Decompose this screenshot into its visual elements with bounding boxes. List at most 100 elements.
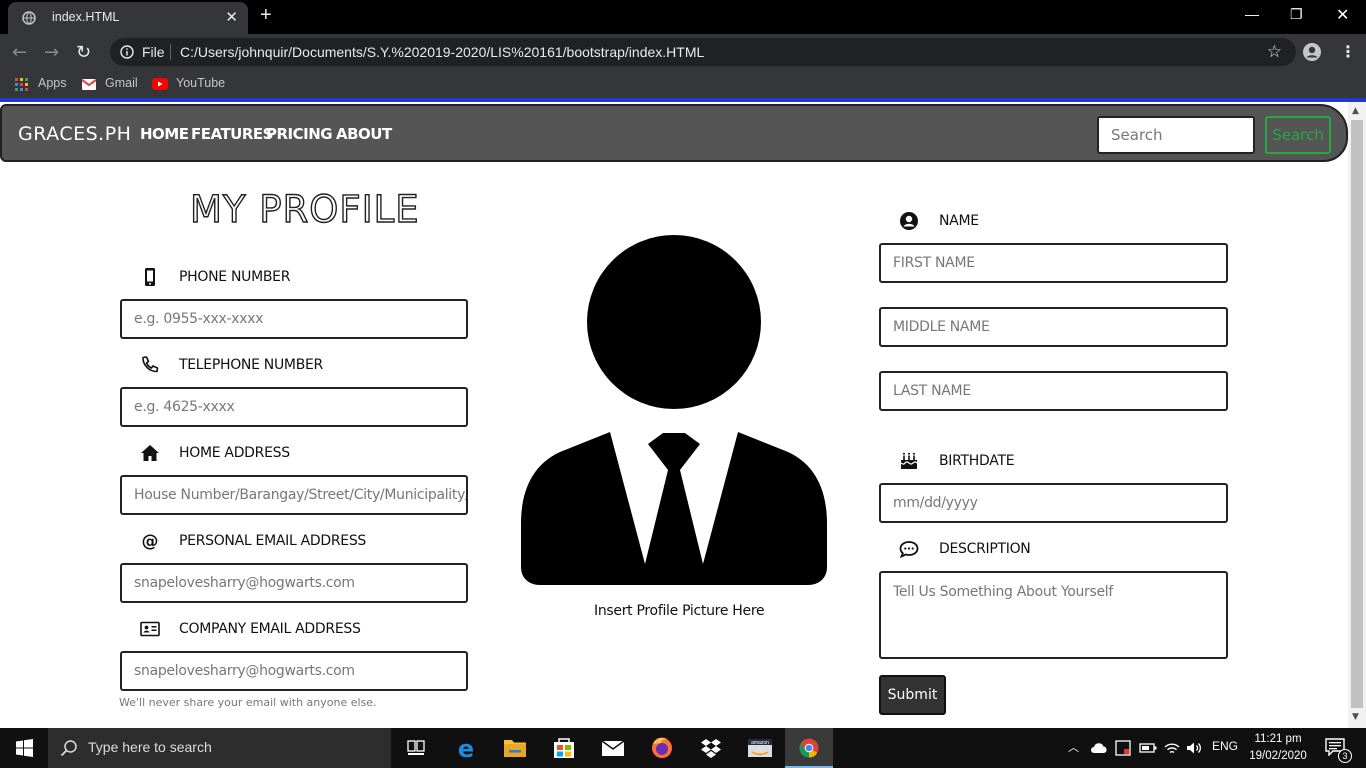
address-separator (170, 44, 171, 60)
description-textarea[interactable]: Tell Us Something About Yourself (879, 571, 1228, 659)
last-name-input[interactable]: LAST NAME (879, 371, 1228, 411)
bookmarks-bar: Apps Gmail YouTube (0, 70, 1366, 98)
taskbar-search-text: Type here to search (88, 739, 212, 755)
birthdate-label: BIRTHDATE (939, 453, 1015, 469)
mail-icon[interactable] (589, 728, 637, 768)
dropbox-icon[interactable] (687, 728, 735, 768)
telephone-number-label: TELEPHONE NUMBER (179, 357, 323, 373)
navbar-brand[interactable]: GRACES.PH (18, 123, 131, 145)
birthday-cake-icon (900, 452, 918, 469)
phone-icon (145, 268, 155, 286)
scroll-down-arrow-icon[interactable]: ▼ (1352, 712, 1359, 722)
page-title: MY PROFILE (189, 187, 420, 231)
description-label: DESCRIPTION (939, 541, 1031, 557)
bookmark-youtube[interactable]: YouTube (176, 76, 225, 90)
action-center-button[interactable]: 3 (1318, 728, 1366, 768)
url-text[interactable]: C:/Users/johnquir/Documents/S.Y.%202019-… (180, 44, 704, 60)
email-help-text: We'll never share your email with anyone… (119, 696, 377, 709)
submit-button[interactable]: Submit (879, 675, 946, 715)
svg-text:@: @ (142, 532, 159, 552)
windows-taskbar: Type here to search e amazon ︿ ENG 11:21… (0, 728, 1366, 768)
personal-email-input[interactable]: snapelovesharry@hogwarts.com (120, 563, 468, 603)
bookmark-gmail[interactable]: Gmail (105, 76, 138, 90)
menu-kebab-icon[interactable]: ⋮ (1340, 42, 1356, 61)
home-icon (141, 445, 159, 461)
reload-button[interactable]: ↻ (76, 42, 91, 63)
apps-grid-icon[interactable] (15, 78, 28, 91)
nav-link-features[interactable]: FEATURES (191, 125, 273, 143)
birthdate-input[interactable]: mm/dd/yyyy (879, 483, 1228, 523)
middle-name-placeholder: MIDDLE NAME (893, 319, 990, 335)
company-email-placeholder: snapelovesharry@hogwarts.com (134, 663, 355, 679)
navbar-search-input[interactable]: Search (1097, 116, 1255, 154)
new-tab-button[interactable]: + (260, 4, 272, 27)
chrome-taskbar-button[interactable] (785, 728, 833, 768)
close-tab-icon[interactable]: ✕ (225, 8, 238, 26)
battery-icon[interactable] (1139, 741, 1157, 755)
telephone-number-input[interactable]: e.g. 4625-xxxx (120, 387, 468, 427)
defender-icon[interactable] (1115, 740, 1131, 756)
close-window-button[interactable]: ✕ (1336, 5, 1349, 25)
windows-start-icon[interactable] (0, 728, 48, 768)
profile-picture-placeholder[interactable] (520, 234, 828, 586)
notification-count-badge: 3 (1338, 749, 1352, 763)
firefox-icon[interactable] (638, 728, 686, 768)
name-label: NAME (939, 213, 979, 229)
bookmark-star-icon[interactable]: ☆ (1267, 42, 1282, 62)
personal-email-placeholder: snapelovesharry@hogwarts.com (134, 575, 355, 591)
scroll-up-arrow-icon[interactable]: ▲ (1352, 106, 1359, 116)
chrome-icon (799, 738, 819, 758)
nav-link-about[interactable]: ABOUT (336, 125, 392, 143)
language-indicator[interactable]: ENG (1212, 739, 1238, 753)
company-email-input[interactable]: snapelovesharry@hogwarts.com (120, 651, 468, 691)
page-scrollbar[interactable]: ▲ ▼ (1348, 102, 1366, 728)
profile-icon[interactable] (1302, 42, 1322, 62)
speech-bubble-icon (899, 541, 919, 559)
browser-toolbar: ← → ↻ File C:/Users/johnquir/Documents/S… (0, 34, 1366, 70)
scrollbar-thumb[interactable] (1351, 120, 1363, 708)
info-icon[interactable] (120, 45, 134, 59)
task-view-icon[interactable] (392, 728, 440, 768)
first-name-input[interactable]: FIRST NAME (879, 243, 1228, 283)
restore-button[interactable]: ❐ (1290, 6, 1303, 23)
birthdate-placeholder: mm/dd/yyyy (893, 495, 978, 511)
home-address-label: HOME ADDRESS (179, 445, 290, 461)
gmail-icon[interactable] (82, 79, 96, 90)
telephone-number-placeholder: e.g. 4625-xxxx (134, 399, 235, 415)
edge-browser-icon[interactable]: e (442, 728, 490, 768)
last-name-placeholder: LAST NAME (893, 383, 971, 399)
search-icon (60, 740, 77, 757)
telephone-icon (142, 356, 159, 373)
profile-picture-caption: Insert Profile Picture Here (594, 603, 765, 619)
site-navbar: GRACES.PH HOME FEATURES PRICING ABOUT Se… (0, 104, 1348, 162)
nav-link-home[interactable]: HOME (140, 125, 189, 143)
middle-name-input[interactable]: MIDDLE NAME (879, 307, 1228, 347)
navbar-search-button[interactable]: Search (1265, 116, 1331, 154)
amazon-app-icon[interactable]: amazon (736, 728, 784, 768)
svg-text:e: e (458, 735, 474, 763)
taskbar-search-box[interactable]: Type here to search (48, 728, 391, 768)
phone-number-input[interactable]: e.g. 0955-xxx-xxxx (120, 299, 468, 339)
tab-title: index.HTML (52, 10, 120, 24)
tray-overflow-chevron-icon[interactable]: ︿ (1068, 739, 1079, 755)
address-bar[interactable]: File C:/Users/johnquir/Documents/S.Y.%20… (110, 38, 1296, 66)
phone-number-placeholder: e.g. 0955-xxx-xxxx (134, 311, 264, 327)
address-scheme: File (142, 44, 165, 60)
minimize-button[interactable]: — (1245, 6, 1259, 22)
home-address-input[interactable]: House Number/Barangay/Street/City/Munici… (120, 475, 468, 515)
file-explorer-icon[interactable] (491, 728, 539, 768)
volume-icon[interactable] (1185, 740, 1203, 756)
nav-link-pricing[interactable]: PRICING (266, 125, 333, 143)
taskbar-clock[interactable]: 11:21 pm 19/02/2020 (1248, 731, 1308, 765)
youtube-icon[interactable] (152, 78, 168, 90)
wifi-icon[interactable] (1163, 740, 1181, 756)
microsoft-store-icon[interactable] (540, 728, 588, 768)
page-content: GRACES.PH HOME FEATURES PRICING ABOUT Se… (0, 102, 1348, 728)
onedrive-cloud-icon[interactable] (1090, 741, 1108, 755)
forward-button[interactable]: → (44, 42, 59, 63)
bookmark-apps[interactable]: Apps (38, 76, 67, 90)
globe-icon (22, 11, 36, 25)
browser-tab[interactable]: index.HTML ✕ (8, 2, 248, 34)
user-circle-icon (900, 212, 918, 230)
back-button[interactable]: ← (12, 42, 27, 63)
